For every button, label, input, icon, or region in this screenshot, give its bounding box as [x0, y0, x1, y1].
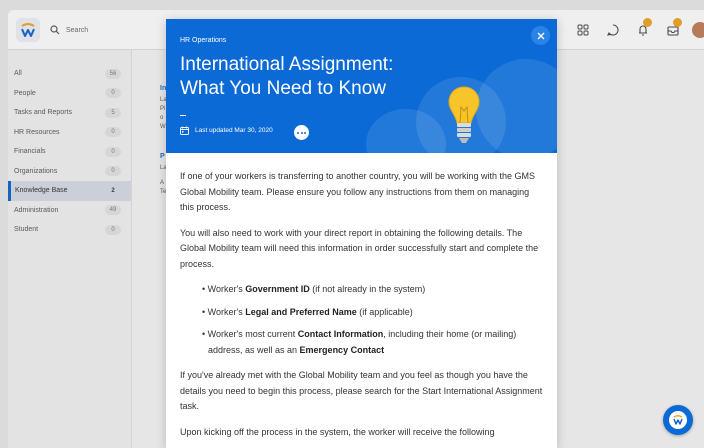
article-department: HR Operations	[180, 37, 227, 44]
article-hero: HR Operations International Assignment: …	[166, 19, 557, 153]
list-item: • Worker's most current Contact Informat…	[202, 329, 517, 355]
article-paragraph: If you've already met with the Global Mo…	[180, 370, 543, 411]
required-details-list: • Worker's Government ID (if not already…	[180, 282, 543, 358]
assistant-icon	[669, 411, 687, 429]
assistant-button[interactable]	[663, 405, 693, 435]
article-title: International Assignment: What You Need …	[180, 54, 394, 99]
close-button[interactable]	[531, 26, 550, 45]
close-icon	[537, 32, 544, 39]
article-paragraph: Upon kicking off the process in the syst…	[180, 426, 495, 437]
article-paragraph: You will also need to work with your dir…	[180, 227, 539, 269]
more-icon	[297, 131, 300, 134]
list-item: • Worker's Legal and Preferred Name (if …	[202, 306, 413, 317]
calendar-icon	[180, 126, 189, 135]
list-item: • Worker's Government ID (if not already…	[202, 284, 426, 294]
lightbulb-icon	[448, 86, 480, 143]
cloud-shape	[476, 59, 557, 153]
last-updated-text: Last updated Mar 30, 2020	[195, 127, 273, 134]
workday-w-icon	[673, 415, 683, 425]
last-updated: Last updated Mar 30, 2020	[180, 126, 273, 135]
more-options-button[interactable]	[294, 125, 309, 140]
title-divider	[180, 115, 186, 116]
article-modal: HR Operations International Assignment: …	[166, 19, 557, 448]
article-body: If one of your workers is transferring t…	[166, 153, 557, 440]
article-paragraph: If one of your workers is transferring t…	[180, 171, 535, 212]
